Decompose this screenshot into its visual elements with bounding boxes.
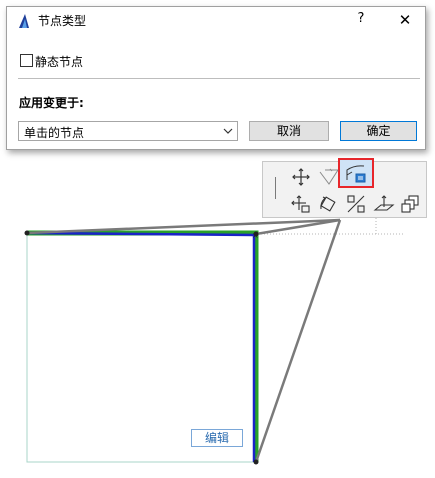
element-outline (26, 232, 258, 463)
move-copy-icon[interactable] (289, 193, 313, 215)
dialog-title: 节点类型 (38, 14, 87, 28)
dialog-separator (18, 78, 420, 79)
apply-target-select[interactable]: 单击的节点 (18, 121, 238, 141)
static-node-checkbox[interactable] (20, 54, 33, 67)
dialog-titlebar[interactable]: 节点类型 ? ✕ (7, 7, 425, 35)
move-icon[interactable] (289, 166, 313, 188)
offset-icon[interactable] (317, 166, 341, 188)
close-button[interactable]: ✕ (397, 11, 413, 29)
node-handle[interactable] (253, 459, 259, 465)
static-node-label[interactable]: 静态节点 (35, 53, 83, 70)
chevron-down-icon (223, 128, 233, 134)
rotate-icon[interactable] (317, 193, 341, 215)
node-type-dialog: 节点类型 ? ✕ 静态节点 应用变更于: 单击的节点 取消 确定 (6, 6, 426, 150)
ok-button[interactable]: 确定 (340, 121, 417, 141)
elevate-icon[interactable] (372, 193, 396, 215)
pointer-line-bottom (254, 219, 342, 463)
cancel-button[interactable]: 取消 (249, 121, 329, 141)
edit-label[interactable]: 编辑 (191, 429, 243, 447)
help-button[interactable]: ? (353, 11, 369, 26)
mirror-icon[interactable] (344, 193, 368, 215)
blue-polyline-edge[interactable] (26, 231, 256, 462)
palette-divider (275, 177, 276, 199)
apply-target-value: 单击的节点 (24, 126, 85, 140)
duplicate-icon[interactable] (399, 193, 423, 215)
archicad-app-icon (19, 14, 29, 28)
node-type-icon[interactable] (344, 162, 368, 184)
green-selected-edge[interactable] (27, 230, 259, 462)
node-cross-marker: × (252, 231, 259, 240)
apply-changes-label: 应用变更于: (19, 96, 84, 110)
node-handle[interactable] (24, 230, 30, 236)
